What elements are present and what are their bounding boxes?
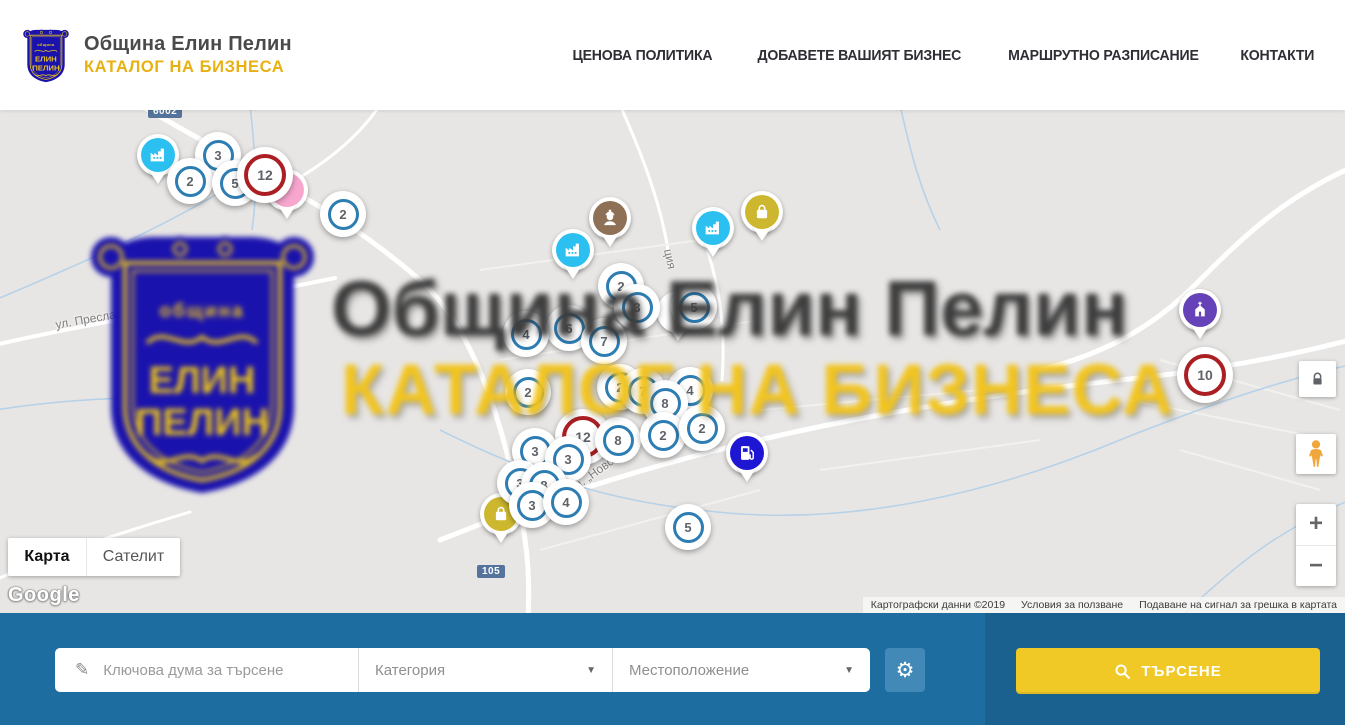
keyword-input[interactable] [103, 662, 333, 679]
search-button[interactable]: ТЪРСЕНЕ [1016, 648, 1320, 694]
terms-link[interactable]: Условия за ползване [1021, 599, 1123, 611]
cluster-marker[interactable]: 5 [665, 504, 711, 550]
search-button-label: ТЪРСЕНЕ [1141, 663, 1222, 680]
page: община ЕЛИН ПЕЛИН Община Елин Пелин КАТА… [0, 0, 1345, 725]
zoom-control: + − [1296, 504, 1336, 586]
municipality-crest-logo: община ЕЛИН ПЕЛИН [22, 24, 70, 86]
map-pin-worker[interactable] [589, 197, 631, 239]
map-pin-bag[interactable] [741, 191, 783, 233]
search-bar: ТЪРСЕНЕ ✎ Категория ▼ Местоположение ▼ [0, 613, 1345, 725]
cluster-marker[interactable]: 5 [671, 284, 717, 330]
cluster-marker[interactable]: 4 [503, 311, 549, 357]
main-nav: ЦЕНОВА ПОЛИТИКА ДОБАВЕТЕ ВАШИЯТ БИЗНЕС М… [568, 47, 1345, 64]
street-view-pegman-button[interactable] [1296, 434, 1336, 474]
cluster-marker[interactable]: 2 [505, 369, 551, 415]
search-controls: ✎ Категория ▼ Местоположение ▼ ⚙ [55, 648, 925, 692]
map-type-map-button[interactable]: Карта [8, 538, 86, 576]
cluster-marker[interactable]: 8 [595, 417, 641, 463]
brand-title: Община Елин Пелин [84, 33, 292, 56]
road-number-badge: 6002 [148, 110, 182, 118]
chevron-down-icon: ▼ [844, 665, 854, 676]
map-pin-church[interactable] [1179, 289, 1221, 331]
header: община ЕЛИН ПЕЛИН Община Елин Пелин КАТА… [0, 0, 1345, 110]
report-error-link[interactable]: Подаване на сигнал за грешка в картата [1139, 599, 1337, 611]
map-pin-fuel[interactable] [726, 432, 768, 474]
nav-pricing[interactable]: ЦЕНОВА ПОЛИТИКА [573, 47, 713, 64]
nav-route-schedule[interactable]: МАРШРУТНО РАЗПИСАНИЕ [1008, 47, 1199, 64]
pencil-icon: ✎ [75, 660, 89, 680]
cluster-marker[interactable]: 3 [614, 284, 660, 330]
svg-text:община: община [37, 42, 55, 47]
google-logo[interactable]: Google [8, 584, 80, 607]
lock-icon [1310, 372, 1325, 387]
svg-text:ПЕЛИН: ПЕЛИН [32, 63, 60, 72]
cluster-marker[interactable]: 12 [237, 147, 293, 203]
cluster-marker[interactable]: 10 [1177, 347, 1233, 403]
location-dropdown[interactable]: Местоположение ▼ [612, 648, 870, 692]
cluster-marker[interactable]: 2 [167, 158, 213, 204]
search-icon [1114, 663, 1131, 680]
cluster-marker[interactable]: 7 [581, 318, 627, 364]
zoom-in-button[interactable]: + [1296, 504, 1336, 546]
advanced-search-gear-button[interactable]: ⚙ [885, 648, 925, 692]
map-pin-factory[interactable] [692, 207, 734, 249]
pegman-icon [1305, 439, 1327, 469]
brand-text: Община Елин Пелин КАТАЛОГ НА БИЗНЕСА [84, 33, 292, 77]
brand[interactable]: община ЕЛИН ПЕЛИН Община Елин Пелин КАТА… [0, 24, 292, 86]
search-bar-right-panel: ТЪРСЕНЕ [985, 613, 1345, 725]
location-dropdown-label: Местоположение [629, 662, 749, 679]
attribution-copyright: Картографски данни ©2019 [871, 599, 1005, 611]
map-type-satellite-button[interactable]: Сателит [86, 538, 180, 576]
search-input-group: ✎ Категория ▼ Местоположение ▼ [55, 648, 870, 692]
cluster-marker[interactable]: 2 [320, 191, 366, 237]
nav-add-business[interactable]: ДОБАВЕТЕ ВАШИЯТ БИЗНЕС [757, 47, 961, 64]
category-dropdown[interactable]: Категория ▼ [358, 648, 612, 692]
cluster-marker[interactable]: 2 [679, 405, 725, 451]
nav-contacts[interactable]: КОНТАКТИ [1241, 47, 1315, 64]
fullscreen-lock-button[interactable] [1299, 361, 1336, 397]
category-dropdown-label: Категория [375, 662, 445, 679]
svg-text:ЕЛИН: ЕЛИН [35, 55, 57, 64]
road-number-badge: 105 [477, 565, 505, 578]
map-pin-factory[interactable] [552, 229, 594, 271]
map-type-control: Карта Сателит [8, 538, 180, 576]
zoom-out-button[interactable]: − [1296, 546, 1336, 587]
map-canvas[interactable]: 32512223564722748128223338345106002105ул… [0, 110, 1345, 613]
cluster-marker[interactable]: 4 [543, 479, 589, 525]
chevron-down-icon: ▼ [586, 665, 596, 676]
brand-subtitle: КАТАЛОГ НА БИЗНЕСА [84, 58, 292, 77]
gear-icon: ⚙ [896, 658, 915, 683]
map-attribution: Картографски данни ©2019 Условия за полз… [863, 597, 1345, 613]
keyword-field-wrapper: ✎ [55, 648, 358, 692]
